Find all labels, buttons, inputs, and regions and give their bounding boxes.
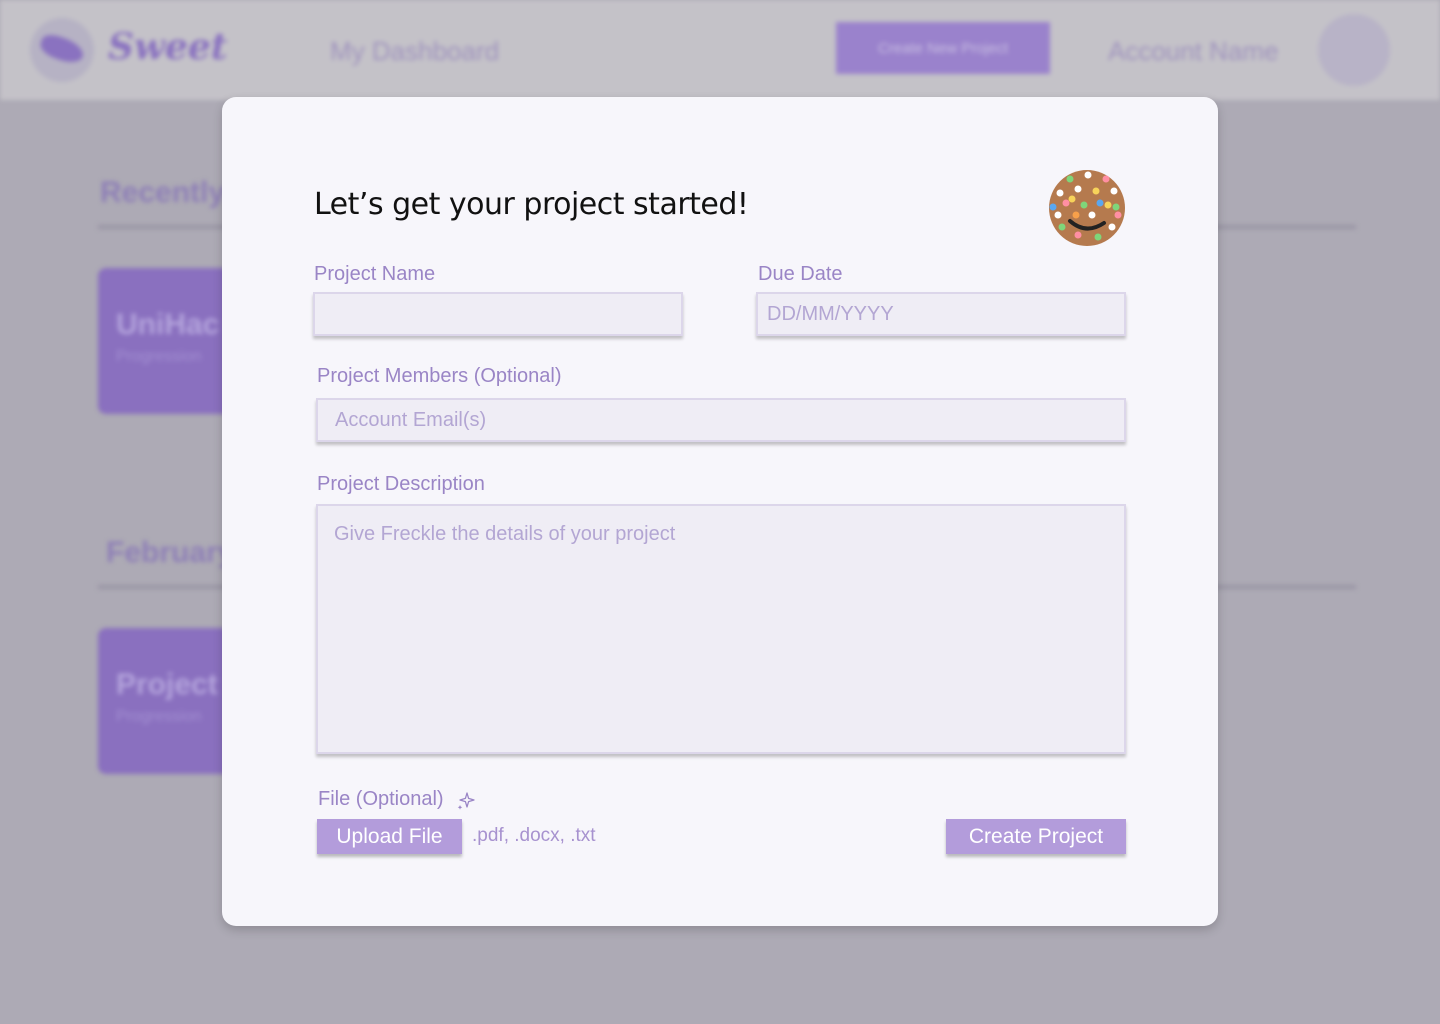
due-date-input[interactable] [756,292,1126,336]
card-subtitle: Progression [116,708,202,725]
account-name[interactable]: Account Name [1108,36,1279,67]
logo-text: Sweet [108,26,228,68]
section-title-recent: Recently [100,176,226,209]
due-date-label: Due Date [758,263,843,285]
project-members-label: Project Members (Optional) [317,365,562,387]
logo-icon [30,18,94,82]
project-description-label: Project Description [317,473,485,495]
project-members-input[interactable] [316,398,1126,442]
create-project-button[interactable]: Create Project [946,819,1126,854]
card-subtitle: Progression [116,348,202,365]
project-name-input[interactable] [313,292,683,336]
avatar[interactable] [1318,14,1390,86]
file-label: File (Optional) [318,788,444,810]
project-name-label: Project Name [314,263,436,285]
project-description-textarea[interactable] [316,504,1126,754]
card-title: UniHac [116,308,220,341]
card-title: Project [116,668,218,701]
sparkle-icon [457,792,475,810]
upload-file-button[interactable]: Upload File [317,819,462,854]
section-title-february: February [106,536,235,569]
top-nav-bar: Sweet My Dashboard Create New Project Ac… [0,0,1440,100]
modal-title: Let’s get your project started! [314,187,749,222]
nav-my-dashboard[interactable]: My Dashboard [330,36,499,67]
create-project-modal: Let’s get your project started! Project … [222,97,1218,926]
create-new-project-button[interactable]: Create New Project [836,22,1050,74]
cookie-mascot-icon [1049,170,1125,246]
accepted-file-types: .pdf, .docx, .txt [472,825,596,846]
